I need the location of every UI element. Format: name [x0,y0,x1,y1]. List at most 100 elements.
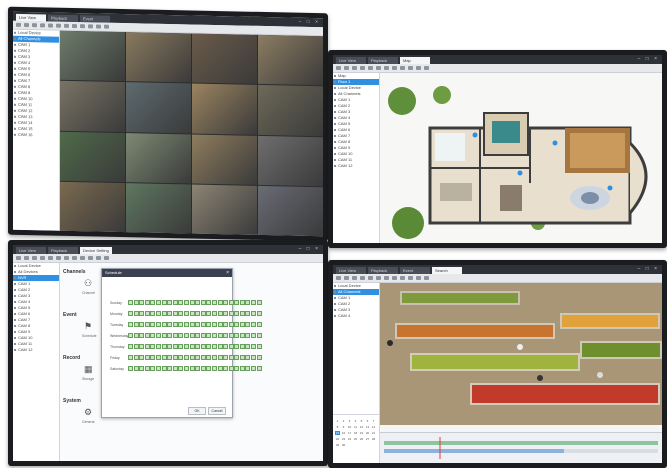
schedule-slot[interactable] [228,355,234,360]
schedule-slot[interactable] [150,333,156,338]
schedule-slot[interactable] [239,300,245,305]
schedule-slot[interactable] [234,355,240,360]
schedule-slot[interactable] [223,344,229,349]
schedule-slot[interactable] [144,322,150,327]
settings-category-sub[interactable]: Schedule [82,334,97,338]
schedule-slot[interactable] [183,355,189,360]
schedule-slot[interactable] [144,366,150,371]
schedule-slot[interactable] [217,300,223,305]
schedule-slot[interactable] [144,333,150,338]
toolbar-button-icon[interactable] [344,66,349,70]
schedule-slot[interactable] [155,333,161,338]
schedule-slot[interactable] [139,355,145,360]
schedule-slot[interactable] [195,366,201,371]
schedule-slot[interactable] [183,322,189,327]
schedule-slot[interactable] [200,355,206,360]
toolbar-button-icon[interactable] [416,276,421,280]
schedule-slot[interactable] [251,300,257,305]
settings-category-icon[interactable]: ⚙ [84,407,92,418]
toolbar-button-icon[interactable] [24,256,29,260]
schedule-slot[interactable] [234,300,240,305]
calendar-day[interactable]: 15 [335,431,340,435]
schedule-slot[interactable] [183,344,189,349]
schedule-slot[interactable] [195,333,201,338]
schedule-slot[interactable] [217,333,223,338]
calendar-day[interactable]: 16 [341,431,346,435]
playback-timeline[interactable] [380,432,662,463]
toolbar-button-icon[interactable] [392,276,397,280]
toolbar-button-icon[interactable] [56,256,61,260]
schedule-slot[interactable] [211,344,217,349]
schedule-slot[interactable] [167,355,173,360]
camera-tile[interactable] [258,85,323,136]
schedule-slot[interactable] [128,366,133,371]
schedule-slot[interactable] [239,322,245,327]
toolbar-button-icon[interactable] [424,66,429,70]
toolbar-button-icon[interactable] [48,23,53,28]
schedule-slot[interactable] [155,311,161,316]
schedule-slot[interactable] [239,333,245,338]
toolbar-button-icon[interactable] [104,256,109,260]
schedule-slot[interactable] [211,355,217,360]
schedule-slot[interactable] [206,355,212,360]
schedule-slot[interactable] [172,322,178,327]
schedule-slot[interactable] [211,300,217,305]
schedule-slot[interactable] [234,322,240,327]
schedule-slot[interactable] [128,355,133,360]
tree-item[interactable]: CAM 12 [333,163,379,169]
schedule-slot[interactable] [234,333,240,338]
schedule-slot[interactable] [223,322,229,327]
schedule-slot[interactable] [251,355,257,360]
toolbar-button-icon[interactable] [24,22,29,28]
calendar[interactable]: 1 2 3 4 5 6 7 8 9 10 11 12 13 14 15 16 17 18 19 20 21 22 23 24 2… [333,414,379,463]
schedule-slot[interactable] [183,333,189,338]
toolbar-button-icon[interactable] [376,66,381,70]
schedule-slot[interactable] [239,355,245,360]
toolbar-button-icon[interactable] [376,276,381,280]
schedule-slot[interactable] [256,311,262,316]
calendar-day[interactable]: 4 [353,419,358,423]
schedule-slot[interactable] [200,366,206,371]
schedule-slot[interactable] [217,311,223,316]
schedule-slot[interactable] [200,333,206,338]
schedule-slot[interactable] [150,300,156,305]
schedule-slot[interactable] [251,333,257,338]
camera-tile[interactable] [192,184,257,235]
schedule-slot[interactable] [128,344,133,349]
schedule-slot[interactable] [133,355,139,360]
calendar-day[interactable]: 22 [335,437,340,441]
schedule-slot[interactable] [178,366,184,371]
tab-map[interactable]: Map [400,57,430,64]
schedule-slot[interactable] [167,300,173,305]
schedule-slot[interactable] [161,355,167,360]
schedule-slot[interactable] [167,322,173,327]
schedule-slot[interactable] [172,355,178,360]
schedule-slot[interactable] [178,344,184,349]
schedule-slot[interactable] [139,311,145,316]
tree-item[interactable]: CAM 16 [13,132,59,139]
schedule-slot[interactable] [155,355,161,360]
schedule-slot[interactable] [155,366,161,371]
schedule-slot[interactable] [245,311,251,316]
schedule-slot[interactable] [228,344,234,349]
calendar-day[interactable]: 30 [341,443,346,447]
camera-tile[interactable] [126,32,191,83]
toolbar-button-icon[interactable] [72,23,77,29]
camera-tile[interactable] [126,182,191,234]
schedule-slot[interactable] [172,344,178,349]
schedule-slot[interactable] [195,322,201,327]
schedule-slot[interactable] [251,311,257,316]
schedule-slot[interactable] [228,311,234,316]
schedule-slot[interactable] [144,355,150,360]
schedule-slot[interactable] [223,300,229,305]
camera-tile[interactable] [126,82,191,133]
schedule-slot[interactable] [133,300,139,305]
playback-video[interactable] [380,283,662,433]
settings-category-sub[interactable]: General [82,420,94,424]
schedule-slot[interactable] [189,355,195,360]
window-controls[interactable]: – □ × [299,246,321,252]
schedule-slot[interactable] [161,366,167,371]
settings-category-icon[interactable]: ⚇ [84,278,92,289]
schedule-slot[interactable] [228,366,234,371]
schedule-slot[interactable] [139,333,145,338]
